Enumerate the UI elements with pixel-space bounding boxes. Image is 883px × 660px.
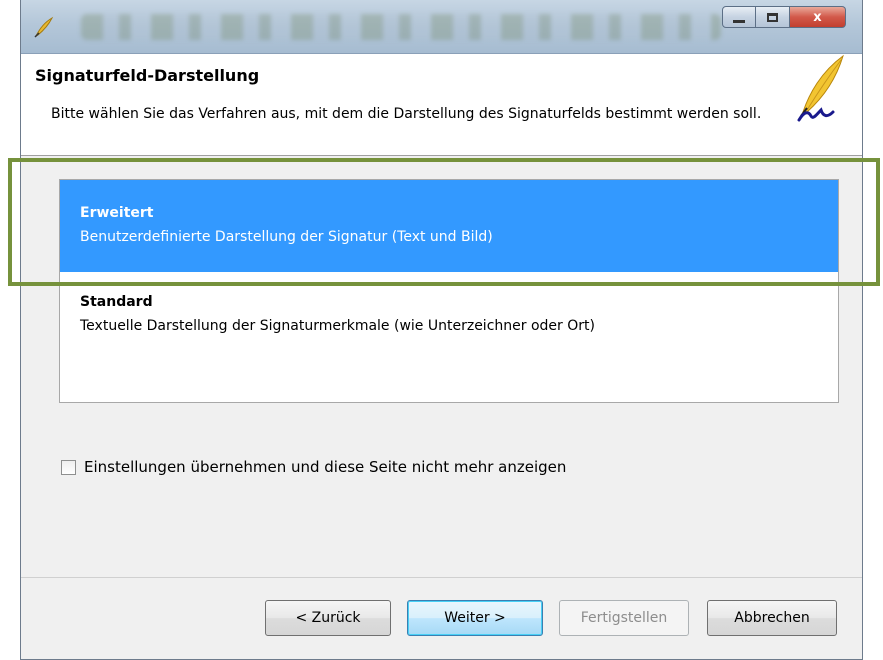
page-description: Bitte wählen Sie das Verfahren aus, mit … bbox=[51, 106, 762, 122]
finish-button-label: Fertigstellen bbox=[580, 610, 668, 626]
next-button[interactable]: Weiter > bbox=[407, 600, 543, 636]
option-title: Standard bbox=[80, 294, 153, 310]
maximize-icon bbox=[767, 12, 778, 22]
wizard-footer: < Zurück Weiter > Fertigstellen Abbreche… bbox=[21, 577, 862, 659]
app-quill-icon bbox=[33, 16, 55, 38]
back-button[interactable]: < Zurück bbox=[265, 600, 391, 636]
next-button-label: Weiter > bbox=[444, 610, 506, 626]
option-erweitert[interactable]: Erweitert Benutzerdefinierte Darstellung… bbox=[60, 180, 838, 272]
page-title: Signaturfeld-Darstellung bbox=[35, 66, 260, 85]
window-controls: x bbox=[722, 6, 846, 30]
wizard-window: x Signaturfeld-Darstellung Bitte wählen … bbox=[20, 0, 863, 660]
option-title: Erweitert bbox=[80, 205, 154, 221]
close-button[interactable]: x bbox=[790, 6, 846, 28]
maximize-button[interactable] bbox=[756, 6, 790, 28]
minimize-button[interactable] bbox=[722, 6, 756, 28]
wizard-header: Signaturfeld-Darstellung Bitte wählen Si… bbox=[21, 54, 862, 156]
title-bar-background bbox=[81, 14, 721, 40]
cancel-button[interactable]: Abbrechen bbox=[707, 600, 837, 636]
close-icon: x bbox=[813, 9, 822, 25]
cancel-button-label: Abbrechen bbox=[734, 610, 810, 626]
option-standard[interactable]: Standard Textuelle Darstellung der Signa… bbox=[60, 272, 838, 372]
remember-settings-row: Einstellungen übernehmen und diese Seite… bbox=[61, 457, 566, 477]
option-description: Textuelle Darstellung der Signaturmerkma… bbox=[80, 318, 595, 334]
wizard-content: Erweitert Benutzerdefinierte Darstellung… bbox=[21, 157, 862, 577]
remember-settings-label[interactable]: Einstellungen übernehmen und diese Seite… bbox=[84, 458, 566, 476]
minimize-icon bbox=[733, 19, 745, 23]
back-button-label: < Zurück bbox=[295, 610, 361, 626]
finish-button: Fertigstellen bbox=[559, 600, 689, 636]
remember-settings-checkbox[interactable] bbox=[61, 459, 76, 475]
quill-pen-icon bbox=[791, 54, 851, 124]
title-bar: x bbox=[21, 0, 862, 54]
display-method-list: Erweitert Benutzerdefinierte Darstellung… bbox=[59, 179, 839, 403]
option-description: Benutzerdefinierte Darstellung der Signa… bbox=[80, 229, 493, 245]
